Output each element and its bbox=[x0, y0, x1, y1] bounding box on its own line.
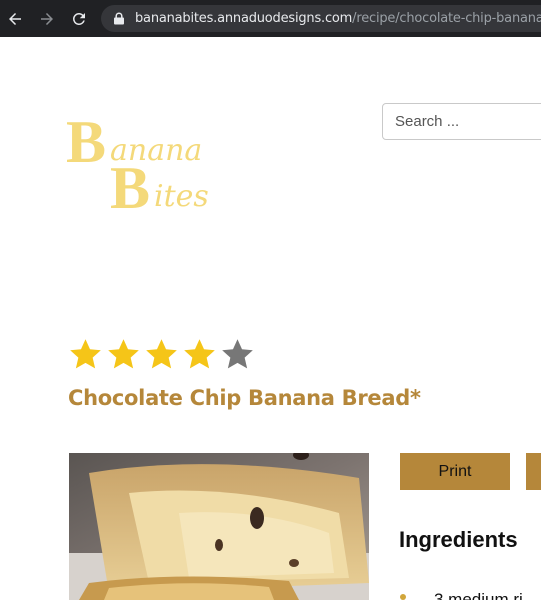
back-arrow-icon bbox=[9, 13, 21, 25]
star-filled-icon[interactable] bbox=[106, 337, 141, 372]
site-logo[interactable]: B anana B ites bbox=[66, 108, 246, 218]
svg-text:B: B bbox=[110, 155, 150, 218]
star-filled-icon[interactable] bbox=[182, 337, 217, 372]
url-text: bananabites.annaduodesigns.com/recipe/ch… bbox=[135, 11, 541, 26]
search-box bbox=[382, 103, 541, 140]
forward-button[interactable] bbox=[36, 8, 58, 30]
lock-icon bbox=[114, 12, 124, 25]
ingredient-item: 3 medium ri bbox=[400, 588, 541, 600]
banana-bread-image bbox=[69, 453, 369, 600]
reload-button[interactable] bbox=[68, 8, 90, 30]
star-filled-icon[interactable] bbox=[68, 337, 103, 372]
recipe-rating[interactable] bbox=[68, 337, 255, 372]
recipe-photo bbox=[69, 453, 369, 600]
pin-button[interactable] bbox=[526, 453, 541, 490]
forward-arrow-icon bbox=[41, 13, 53, 25]
ingredient-text: 3 medium ri bbox=[434, 590, 523, 600]
search-input[interactable] bbox=[383, 104, 541, 139]
print-button[interactable]: Print bbox=[400, 453, 510, 490]
address-bar[interactable]: bananabites.annaduodesigns.com/recipe/ch… bbox=[101, 5, 541, 32]
back-button[interactable] bbox=[4, 8, 26, 30]
star-empty-icon[interactable] bbox=[220, 337, 255, 372]
browser-toolbar: bananabites.annaduodesigns.com/recipe/ch… bbox=[0, 0, 541, 37]
bullet-icon bbox=[400, 594, 406, 600]
url-host: bananabites.annaduodesigns.com bbox=[135, 11, 353, 26]
reload-icon bbox=[72, 12, 85, 25]
url-path: /recipe/chocolate-chip-banana- bbox=[352, 11, 541, 26]
ingredients-heading: Ingredients bbox=[399, 527, 518, 552]
recipe-title: Chocolate Chip Banana Bread* bbox=[68, 386, 421, 410]
star-filled-icon[interactable] bbox=[144, 337, 179, 372]
svg-text:B: B bbox=[66, 109, 106, 175]
svg-text:ites: ites bbox=[154, 179, 209, 214]
